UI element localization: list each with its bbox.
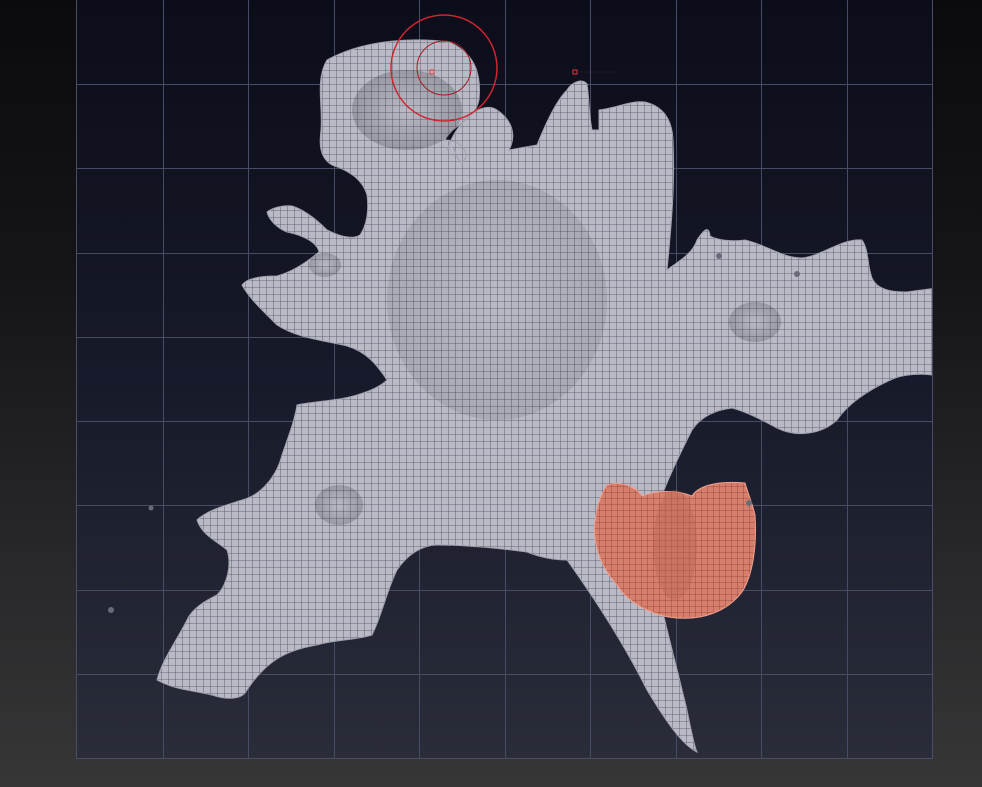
limb-joint-shading-left [315,485,363,525]
body-uv-shell[interactable] [156,39,932,754]
tongue-center-fold [653,490,697,600]
gizmo-handle-right[interactable] [572,69,578,75]
arm-joint-shading [309,253,341,277]
limb-joint-shading-right [729,302,781,342]
uv-canvas[interactable] [77,0,932,758]
uv-viewport[interactable] [76,0,933,759]
head-shading [352,70,462,150]
torso-shading [387,180,607,420]
